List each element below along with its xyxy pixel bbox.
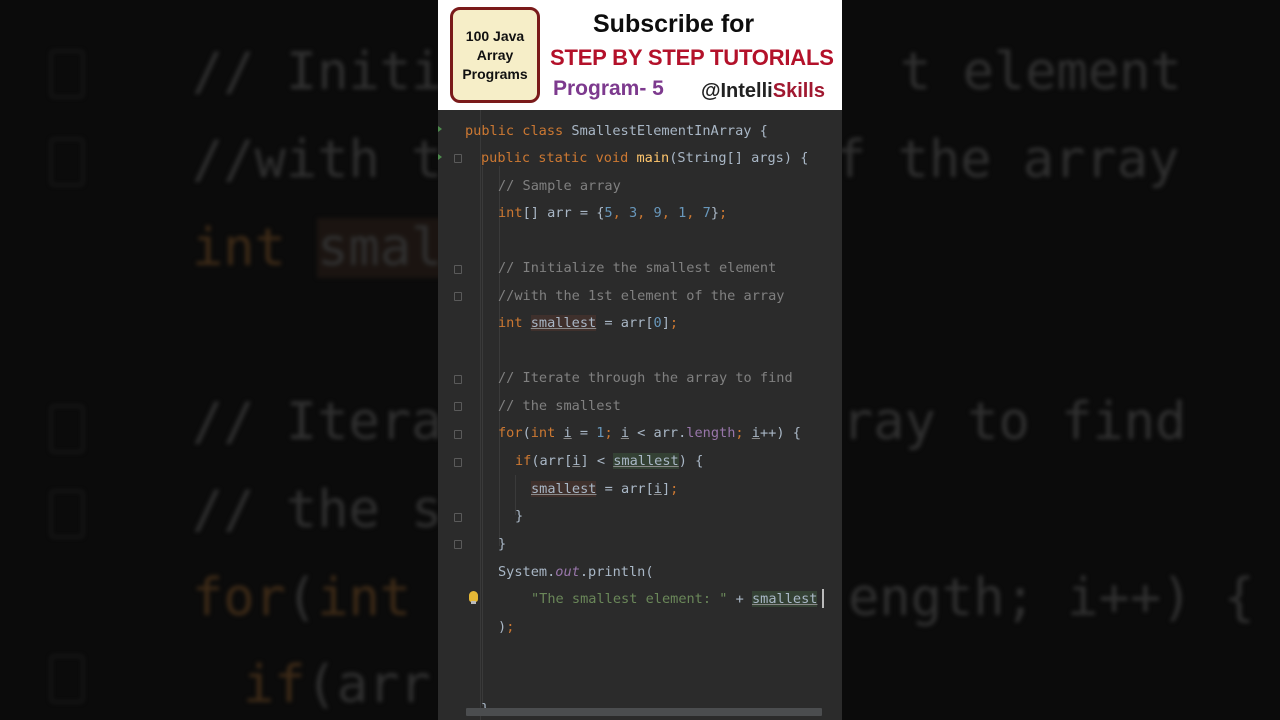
text-caret [822, 589, 824, 608]
code-line-15[interactable]: } [515, 506, 523, 526]
code-line-12[interactable]: for(int i = 1; i < arr.length; i++) { [498, 423, 801, 443]
video-panel: 100 Java Array Programs Subscribe for ST… [438, 0, 842, 720]
fold-marker-icon[interactable] [454, 402, 462, 411]
fold-marker-icon[interactable] [454, 430, 462, 439]
fold-marker-icon[interactable] [454, 265, 462, 274]
code-line-14[interactable]: smallest = arr[i]; [531, 479, 678, 499]
code-line-4[interactable]: int[] arr = {5, 3, 9, 1, 7}; [498, 203, 727, 223]
fold-marker-icon[interactable] [454, 154, 462, 163]
code-line-8[interactable]: int smallest = arr[0]; [498, 313, 678, 333]
lightbulb-base [471, 601, 476, 604]
code-line-7[interactable]: //with the 1st element of the array [498, 286, 784, 306]
badge-line: 100 Java [465, 27, 525, 44]
code-line-19[interactable]: ); [498, 617, 514, 637]
code-line-11[interactable]: // the smallest [498, 396, 621, 416]
gutter-divider [480, 110, 481, 720]
code-line-3[interactable]: // Sample array [498, 176, 621, 196]
series-badge: 100 Java Array Programs [450, 7, 540, 103]
code-line-13[interactable]: if(arr[i] < smallest) { [515, 451, 703, 471]
fold-marker-icon[interactable] [454, 540, 462, 549]
code-line-1[interactable]: public class SmallestElementInArray { [465, 121, 768, 141]
fold-marker-icon[interactable] [454, 458, 462, 467]
program-number: Program- 5 [553, 77, 664, 100]
code-editor[interactable]: public class SmallestElementInArray { pu… [438, 110, 842, 720]
subscribe-heading: Subscribe for [593, 10, 755, 38]
promo-banner: 100 Java Array Programs Subscribe for ST… [438, 0, 842, 110]
fold-marker-icon[interactable] [454, 375, 462, 384]
tutorials-heading: STEP BY STEP TUTORIALS [550, 45, 834, 70]
run-gutter-icon[interactable] [438, 154, 442, 160]
indent-guide [482, 166, 483, 706]
code-line-10[interactable]: // Iterate through the array to find [498, 368, 793, 388]
horizontal-scrollbar[interactable] [466, 708, 822, 716]
code-line-18[interactable]: "The smallest element: " + smallest [531, 589, 818, 609]
handle-suffix: Skills [772, 80, 825, 102]
badge-line: Array [476, 46, 514, 63]
fold-marker-icon[interactable] [454, 513, 462, 522]
code-line-2[interactable]: public static void main(String[] args) { [481, 148, 808, 168]
indent-guide [499, 166, 500, 546]
code-line-6[interactable]: // Initialize the smallest element [498, 258, 776, 278]
code-line-16[interactable]: } [498, 534, 506, 554]
code-line-17[interactable]: System.out.println( [498, 562, 654, 582]
handle-prefix: @Intelli [701, 80, 773, 102]
fold-marker-icon[interactable] [454, 292, 462, 301]
badge-line: Programs [462, 65, 528, 82]
channel-handle: @IntelliSkills [701, 80, 825, 103]
run-gutter-icon[interactable] [438, 126, 442, 132]
